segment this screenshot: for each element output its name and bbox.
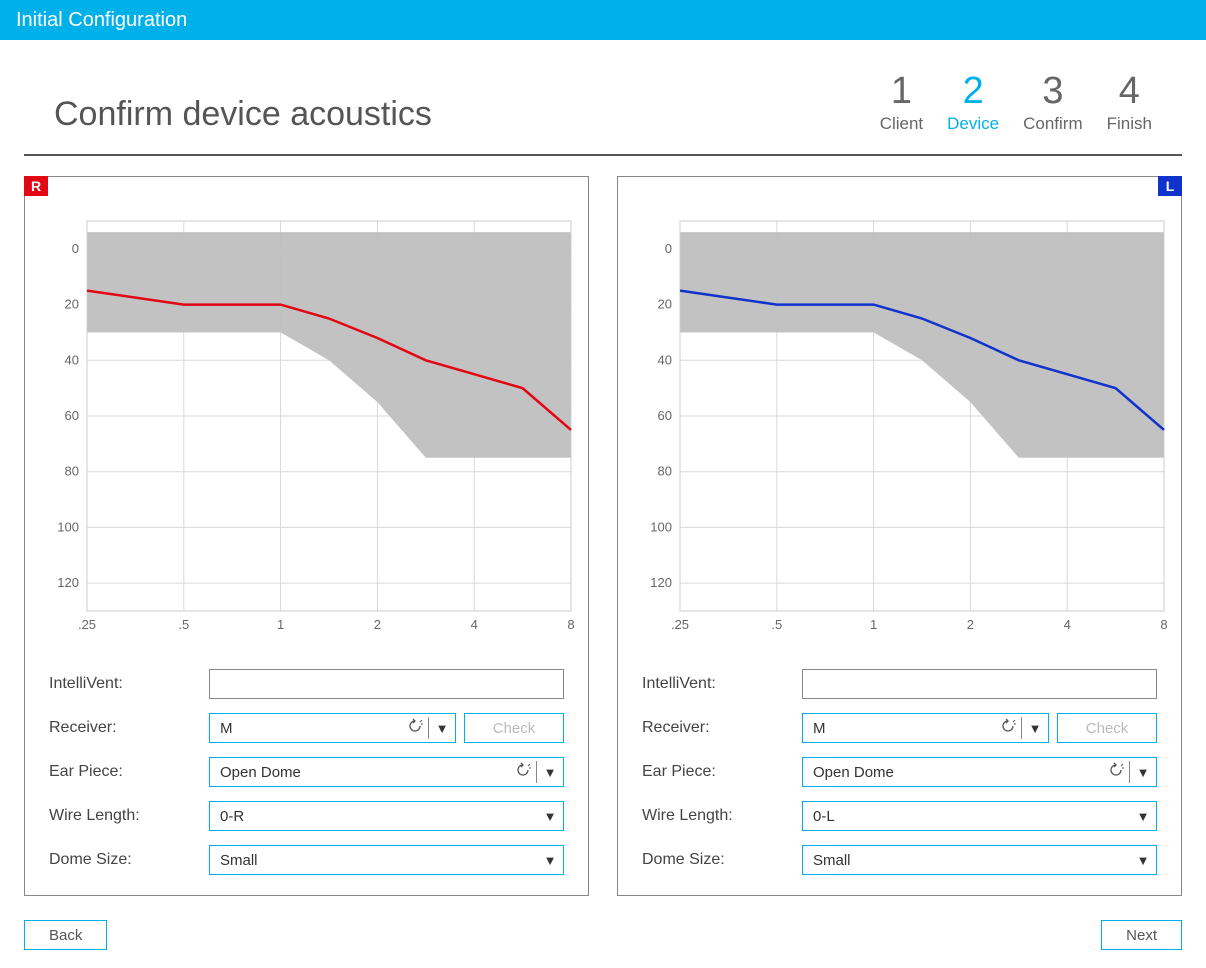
step-finish[interactable]: 4 Finish <box>1107 72 1152 134</box>
step-client[interactable]: 1 Client <box>880 72 923 134</box>
chevron-down-icon[interactable]: ▼ <box>1130 809 1156 824</box>
chevron-down-icon[interactable]: ▼ <box>429 721 455 736</box>
svg-text:1: 1 <box>277 617 284 632</box>
panel-right-ear: R 020406080100120.25.51248 IntelliVent: … <box>24 176 589 896</box>
receiver-label-l: Receiver: <box>642 719 792 737</box>
chevron-down-icon[interactable]: ▼ <box>1022 721 1048 736</box>
domesize-label-l: Dome Size: <box>642 851 792 869</box>
title-bar-text: Initial Configuration <box>16 9 187 32</box>
svg-text:20: 20 <box>65 297 79 312</box>
title-bar: Initial Configuration <box>0 0 1206 40</box>
svg-text:1: 1 <box>870 617 877 632</box>
page-title: Confirm device acoustics <box>54 95 432 134</box>
svg-text:0: 0 <box>72 241 79 256</box>
wirelength-label-r: Wire Length: <box>49 807 199 825</box>
svg-text:2: 2 <box>374 617 381 632</box>
wirelength-select-l[interactable]: 0-L ▼ <box>802 801 1157 831</box>
chevron-down-icon[interactable]: ▼ <box>537 853 563 868</box>
header: Confirm device acoustics 1 Client 2 Devi… <box>24 40 1182 156</box>
intellivent-field-r[interactable] <box>209 669 564 699</box>
step-confirm[interactable]: 3 Confirm <box>1023 72 1083 134</box>
domesize-select-r[interactable]: Small ▼ <box>209 845 564 875</box>
svg-text:100: 100 <box>57 519 79 534</box>
badge-left: L <box>1158 176 1182 196</box>
chevron-down-icon[interactable]: ▼ <box>1130 853 1156 868</box>
earpiece-select-l[interactable]: Open Dome ▼ <box>802 757 1157 787</box>
domesize-label-r: Dome Size: <box>49 851 199 869</box>
earpiece-select-r[interactable]: Open Dome ▼ <box>209 757 564 787</box>
svg-text:4: 4 <box>1064 617 1071 632</box>
intellivent-label-r: IntelliVent: <box>49 675 199 693</box>
svg-text:4: 4 <box>471 617 478 632</box>
svg-text:20: 20 <box>658 297 672 312</box>
check-button-l[interactable]: Check <box>1057 713 1157 743</box>
refresh-icon[interactable] <box>1103 762 1129 782</box>
svg-text:60: 60 <box>65 408 79 423</box>
svg-text:.25: .25 <box>671 617 689 632</box>
check-button-r[interactable]: Check <box>464 713 564 743</box>
wizard-steps: 1 Client 2 Device 3 Confirm 4 Finish <box>880 72 1152 134</box>
svg-text:120: 120 <box>57 575 79 590</box>
back-button[interactable]: Back <box>24 920 107 950</box>
earpiece-label-r: Ear Piece: <box>49 763 199 781</box>
intellivent-label-l: IntelliVent: <box>642 675 792 693</box>
svg-text:40: 40 <box>658 352 672 367</box>
svg-text:8: 8 <box>1160 617 1167 632</box>
svg-text:120: 120 <box>650 575 672 590</box>
svg-text:40: 40 <box>65 352 79 367</box>
svg-text:100: 100 <box>650 519 672 534</box>
svg-text:0: 0 <box>665 241 672 256</box>
refresh-icon[interactable] <box>402 718 428 738</box>
svg-text:2: 2 <box>967 617 974 632</box>
step-device[interactable]: 2 Device <box>947 72 999 134</box>
svg-text:.5: .5 <box>178 617 189 632</box>
chevron-down-icon[interactable]: ▼ <box>537 765 563 780</box>
svg-text:60: 60 <box>658 408 672 423</box>
svg-text:80: 80 <box>65 464 79 479</box>
wirelength-label-l: Wire Length: <box>642 807 792 825</box>
domesize-select-l[interactable]: Small ▼ <box>802 845 1157 875</box>
panel-left-ear: L 020406080100120.25.51248 IntelliVent: … <box>617 176 1182 896</box>
intellivent-field-l[interactable] <box>802 669 1157 699</box>
receiver-select-l[interactable]: M ▼ <box>802 713 1049 743</box>
svg-text:.5: .5 <box>771 617 782 632</box>
audiogram-left: 0 20 40 60 80 100 120 .25 .5 1 2 4 8 <box>640 191 1170 641</box>
svg-text:.25: .25 <box>78 617 96 632</box>
svg-text:8: 8 <box>567 617 574 632</box>
audiogram-right: 0 20 40 60 80 100 120 .25 .5 1 2 4 8 <box>47 191 577 641</box>
next-button[interactable]: Next <box>1101 920 1182 950</box>
chevron-down-icon[interactable]: ▼ <box>537 809 563 824</box>
chevron-down-icon[interactable]: ▼ <box>1130 765 1156 780</box>
receiver-label-r: Receiver: <box>49 719 199 737</box>
receiver-select-r[interactable]: M ▼ <box>209 713 456 743</box>
badge-right: R <box>24 176 48 196</box>
svg-text:80: 80 <box>658 464 672 479</box>
refresh-icon[interactable] <box>995 718 1021 738</box>
refresh-icon[interactable] <box>510 762 536 782</box>
earpiece-label-l: Ear Piece: <box>642 763 792 781</box>
wirelength-select-r[interactable]: 0-R ▼ <box>209 801 564 831</box>
